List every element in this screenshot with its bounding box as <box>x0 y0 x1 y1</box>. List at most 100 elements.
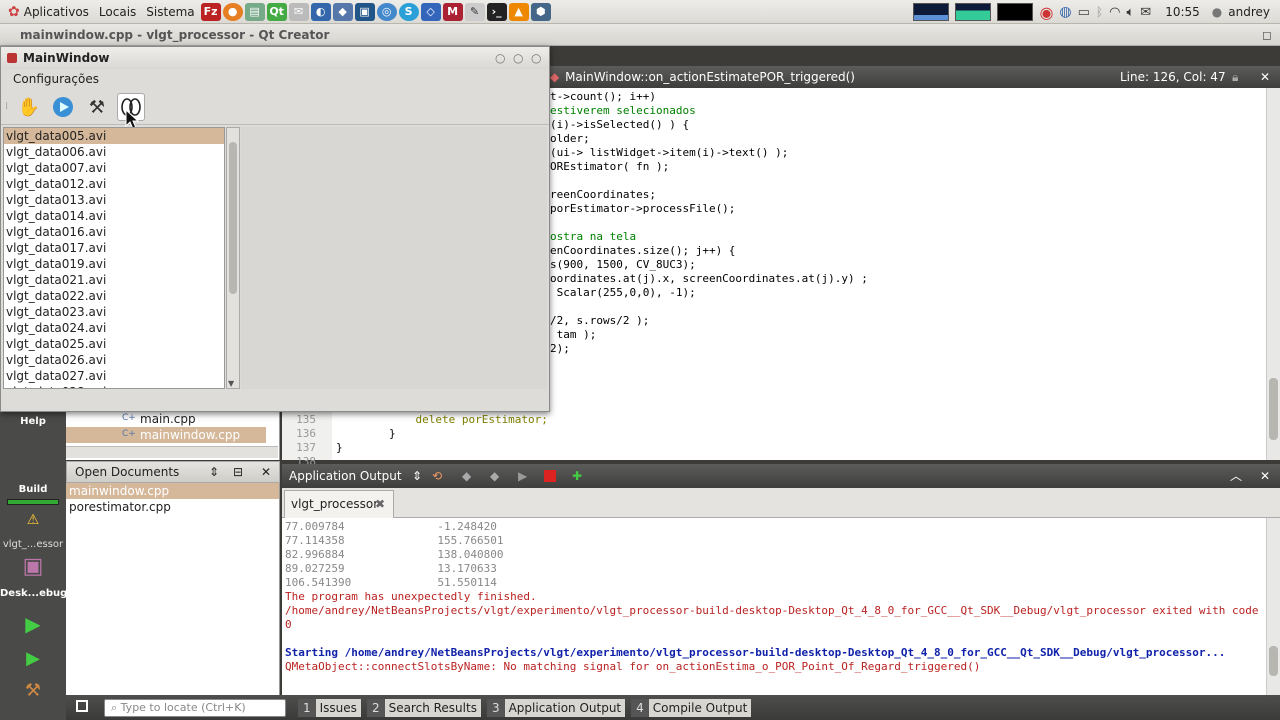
attach-debugger-icon[interactable]: ✚ <box>572 464 582 488</box>
browser-tray-icon[interactable]: ◍ <box>1059 4 1071 20</box>
tree-item-main-cpp[interactable]: main.cpp <box>140 411 196 427</box>
firefox-icon[interactable]: ● <box>222 2 243 21</box>
ubuntu-logo-icon[interactable]: ✿ <box>8 4 20 20</box>
vlc-icon[interactable]: ▲ <box>508 2 529 21</box>
mail-tray-icon[interactable]: ✉ <box>1140 5 1151 20</box>
maximize-pane-icon[interactable]: ︿ <box>1230 464 1242 488</box>
clock[interactable]: 10:55 <box>1165 5 1200 19</box>
output-pane-selector[interactable]: Application Output <box>289 469 402 483</box>
video-file-item[interactable]: vlgt_data017.avi <box>4 240 224 256</box>
network-monitor-graph[interactable] <box>997 3 1034 21</box>
user-name[interactable]: andrey <box>1228 5 1270 19</box>
tree-item-mainwindow-cpp[interactable]: mainwindow.cpp <box>140 427 240 443</box>
wifi-icon[interactable]: ◠ <box>1109 5 1120 20</box>
video-file-item[interactable]: vlgt_data025.avi <box>4 336 224 352</box>
video-file-item[interactable]: vlgt_data005.avi <box>4 128 224 144</box>
scroll-down-arrow-icon[interactable]: ▼ <box>228 379 234 388</box>
stop-icon[interactable] <box>544 470 556 482</box>
tree-scrollbar[interactable] <box>66 446 278 458</box>
split-icon[interactable]: ⊟ <box>233 462 243 482</box>
matlab-icon[interactable]: M <box>442 2 463 21</box>
video-file-item[interactable]: vlgt_data024.avi <box>4 320 224 336</box>
build-config[interactable]: Desk...ebug <box>0 588 67 599</box>
editor-scrollbar[interactable] <box>1266 88 1280 460</box>
bluetooth-icon[interactable]: ᛒ <box>1096 5 1103 19</box>
status-btn-search-results[interactable]: 2 Search Results <box>366 698 481 717</box>
video-file-item[interactable]: vlgt_data014.avi <box>4 208 224 224</box>
output-scroll-thumb[interactable] <box>1269 646 1278 676</box>
package-icon[interactable]: ⬢ <box>530 2 551 21</box>
close-editor-icon[interactable]: ✕ <box>1260 66 1270 88</box>
open-folder-icon[interactable]: ✋ <box>15 93 43 121</box>
editor-icon[interactable]: ✎ <box>464 2 485 21</box>
reattach-icon[interactable]: ⟲ <box>432 464 442 488</box>
file-list-scroll-thumb[interactable] <box>229 142 237 294</box>
volume-icon[interactable]: 🔈︎ <box>1126 5 1134 20</box>
menu-places[interactable]: Locais <box>99 5 136 19</box>
mode-build[interactable]: Build <box>0 484 66 495</box>
mail-icon[interactable]: ✉ <box>288 2 309 21</box>
video-file-item[interactable]: vlgt_data007.avi <box>4 160 224 176</box>
menu-configuracoes[interactable]: Configurações <box>13 72 99 86</box>
mainwindow-titlebar[interactable]: MainWindow ○ ○ ○ <box>1 47 549 69</box>
open-documents-title[interactable]: Open Documents <box>75 465 179 479</box>
run-icon[interactable]: ▶ <box>0 612 66 636</box>
open-doc-item[interactable]: porestimator.cpp <box>66 499 279 515</box>
locator-input[interactable]: ⌕ Type to locate (Ctrl+K) <box>104 698 286 717</box>
terminal-icon[interactable]: ›_ <box>486 2 507 21</box>
video-file-item[interactable]: vlgt_data026.avi <box>4 352 224 368</box>
video-file-item[interactable]: vlgt_data016.avi <box>4 224 224 240</box>
output-tab-vlgt-processor[interactable]: vlgt_processor ✖ <box>284 490 394 518</box>
close-button[interactable]: ○ <box>531 47 541 69</box>
warning-icon[interactable]: ⚠ <box>0 512 66 528</box>
editor-scroll-thumb[interactable] <box>1269 378 1278 440</box>
maximize-icon[interactable]: ◻ <box>1262 24 1272 46</box>
dropdown-arrows-icon[interactable]: ⇕ <box>412 464 422 488</box>
video-file-item[interactable]: vlgt_data022.avi <box>4 288 224 304</box>
output-scrollbar[interactable] <box>1266 518 1280 695</box>
application-output-text[interactable]: 77.009784 -1.248420 77.114358 155.766501 8… <box>282 518 1266 695</box>
qt-icon[interactable]: Qt <box>266 2 287 21</box>
video-file-item[interactable]: vlgt_data021.avi <box>4 272 224 288</box>
close-pane-icon[interactable]: ✕ <box>1260 464 1270 488</box>
status-btn-compile-output[interactable]: 4 Compile Output <box>631 698 752 717</box>
debug-run-icon[interactable]: ▶ <box>0 648 66 669</box>
toolbar-handle[interactable]: ⁞ <box>5 101 8 112</box>
close-tab-icon[interactable]: ✖ <box>375 491 385 517</box>
menu-applications[interactable]: Aplicativos <box>24 5 89 19</box>
chrome-tray-icon[interactable]: ◉ <box>1039 3 1053 22</box>
maximize-button[interactable]: ○ <box>513 47 523 69</box>
next-item-icon[interactable]: ◆ <box>490 464 499 488</box>
mode-help[interactable]: Help <box>0 416 66 427</box>
minimize-button[interactable]: ○ <box>495 47 505 69</box>
tools-icon[interactable]: ⚒ <box>83 93 111 121</box>
status-btn-application-output[interactable]: 3 Application Output <box>486 698 626 717</box>
line-col-indicator[interactable]: Line: 126, Col: 47 <box>1120 66 1226 88</box>
virtualbox-icon[interactable]: ▣ <box>354 2 375 21</box>
display-icon[interactable]: ▭ <box>1078 5 1090 20</box>
cpu-monitor-graph[interactable] <box>913 3 950 21</box>
video-file-item[interactable]: vlgt_data028.avi <box>4 384 224 388</box>
function-selector[interactable]: MainWindow::on_actionEstimatePOR_trigger… <box>565 70 855 84</box>
user-icon[interactable]: ● <box>1212 5 1222 19</box>
video-file-item[interactable]: vlgt_data013.avi <box>4 192 224 208</box>
video-file-list[interactable]: vlgt_data005.avi vlgt_data006.avi vlgt_dat… <box>3 127 225 389</box>
file-list-scrollbar[interactable]: ▼ <box>226 127 240 389</box>
video-file-item[interactable]: vlgt_data006.avi <box>4 144 224 160</box>
files-icon[interactable]: ▤ <box>244 2 265 21</box>
filezilla-icon[interactable]: Fz <box>200 2 221 21</box>
video-file-item[interactable]: vlgt_data019.avi <box>4 256 224 272</box>
open-doc-item[interactable]: mainwindow.cpp <box>66 483 279 499</box>
thunderbird-icon[interactable]: ◐ <box>310 2 331 21</box>
chromium-icon[interactable]: ◎ <box>376 2 397 21</box>
close-icon[interactable]: ✕ <box>261 462 271 482</box>
video-file-item[interactable]: vlgt_data023.avi <box>4 304 224 320</box>
video-file-item[interactable]: vlgt_data012.avi <box>4 176 224 192</box>
status-btn-issues[interactable]: 1 Issues <box>298 698 361 717</box>
memory-monitor-graph[interactable] <box>955 3 992 21</box>
rerun-icon[interactable]: ▶ <box>518 464 527 488</box>
monitor-icon[interactable]: ▣ <box>0 554 66 579</box>
menu-system[interactable]: Sistema <box>146 5 194 19</box>
target-project[interactable]: vlgt_...essor <box>0 539 66 550</box>
skype-icon[interactable]: S <box>398 2 419 21</box>
